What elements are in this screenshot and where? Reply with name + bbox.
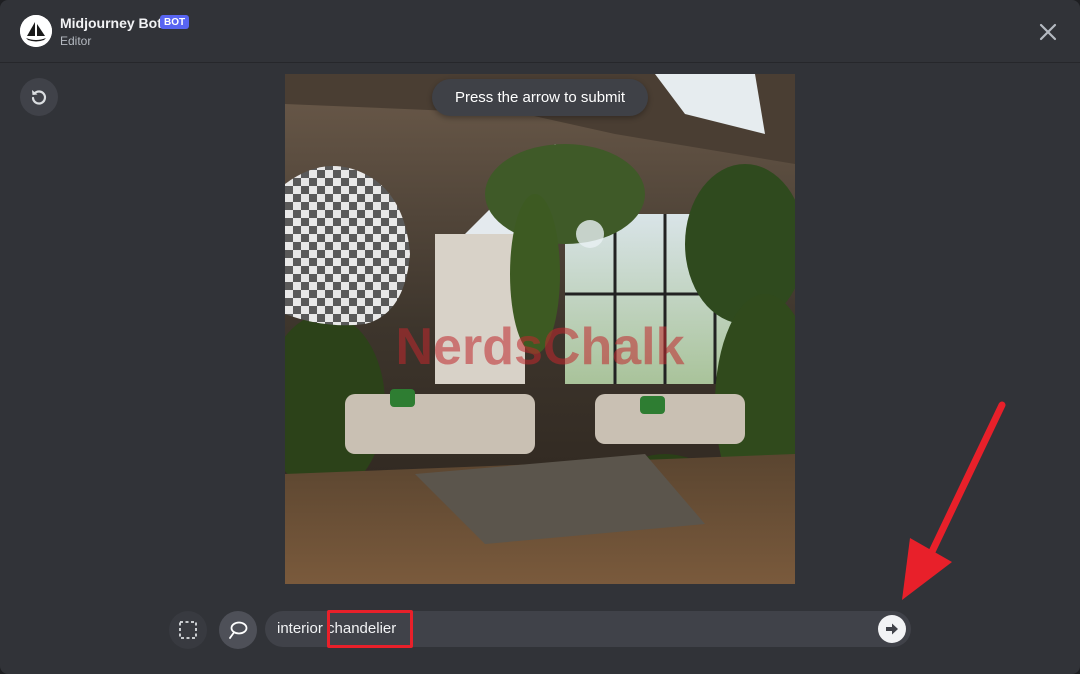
bot-name: Midjourney Bot bbox=[60, 15, 162, 31]
close-button[interactable] bbox=[1034, 18, 1062, 46]
bot-badge: BOT bbox=[160, 15, 190, 29]
prompt-input[interactable]: interior chandelier bbox=[277, 611, 867, 647]
prompt-bar: interior chandelier bbox=[265, 611, 911, 647]
prompt-text-part2: chandelier bbox=[327, 620, 397, 637]
modal-header: Midjourney Bot BOT Editor bbox=[0, 0, 1080, 63]
lasso-tool-button[interactable] bbox=[219, 611, 257, 649]
editor-modal: Midjourney Bot BOT Editor NerdsChalk Pre… bbox=[0, 0, 1080, 674]
annotation-arrow bbox=[902, 401, 1006, 600]
watermark-text: NerdsChalk bbox=[396, 318, 685, 376]
submit-hint-tooltip: Press the arrow to submit bbox=[432, 79, 648, 116]
sailboat-logo-icon bbox=[20, 15, 52, 47]
arrow-right-icon bbox=[886, 623, 898, 635]
lasso-icon bbox=[229, 621, 248, 639]
modal-subtitle: Editor bbox=[60, 34, 92, 48]
prompt-text-part1: interior bbox=[277, 620, 323, 637]
image-canvas[interactable]: NerdsChalk bbox=[285, 74, 795, 584]
rectangle-select-tool-button[interactable] bbox=[169, 611, 207, 649]
undo-icon bbox=[31, 90, 47, 105]
submit-button[interactable] bbox=[878, 615, 906, 643]
close-icon bbox=[1039, 23, 1057, 41]
rectangle-select-icon bbox=[179, 621, 197, 639]
avatar bbox=[20, 15, 52, 47]
undo-button[interactable] bbox=[20, 78, 58, 116]
